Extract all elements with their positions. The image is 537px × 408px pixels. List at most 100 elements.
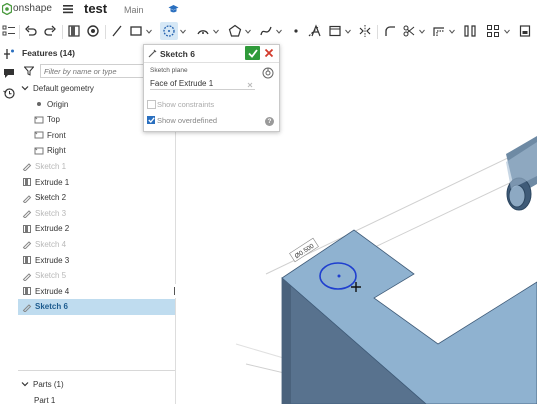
feature-item-extrude[interactable]: Extrude 3 bbox=[18, 252, 175, 268]
filter-icon[interactable] bbox=[23, 66, 35, 76]
feature-label: Sketch 1 bbox=[35, 161, 67, 171]
feature-item-sketch[interactable]: Sketch 3 bbox=[18, 205, 175, 221]
feature-label: Extrude 2 bbox=[35, 224, 70, 234]
plane-icon bbox=[34, 131, 44, 139]
help-icon[interactable]: ? bbox=[265, 117, 274, 126]
rectangle-options-icon[interactable] bbox=[146, 29, 152, 34]
spline-options-icon[interactable] bbox=[276, 29, 282, 34]
cancel-button[interactable] bbox=[264, 48, 274, 58]
feature-label: Sketch 5 bbox=[35, 271, 67, 281]
extrude-icon[interactable] bbox=[84, 22, 102, 40]
feature-item-plane[interactable]: Right bbox=[18, 143, 175, 159]
parts-group[interactable]: Parts (1) bbox=[18, 376, 175, 392]
polygon-options-icon[interactable] bbox=[245, 29, 251, 34]
feature-list-toggle-icon[interactable] bbox=[0, 22, 18, 40]
history-icon[interactable] bbox=[3, 87, 15, 99]
onshape-logo-icon[interactable] bbox=[1, 2, 13, 16]
feature-item-extrude[interactable]: Extrude 1 bbox=[18, 174, 175, 190]
document-title[interactable]: test bbox=[84, 1, 107, 16]
sketch-text-icon[interactable] bbox=[307, 22, 325, 40]
feature-label: Sketch 6 bbox=[35, 302, 68, 312]
feature-label: Sketch 3 bbox=[35, 208, 67, 218]
workspace-name[interactable]: Main bbox=[124, 5, 144, 15]
extrude-icon bbox=[23, 287, 31, 296]
rectangle-icon[interactable] bbox=[127, 22, 145, 40]
feature-item-sketch[interactable]: Sketch 1 bbox=[18, 158, 175, 174]
feature-label: Top bbox=[47, 115, 60, 125]
feature-label: Extrude 3 bbox=[35, 255, 70, 265]
chevron-down-icon[interactable] bbox=[20, 379, 30, 389]
arc-options-icon[interactable] bbox=[213, 29, 219, 34]
feature-label: Sketch 4 bbox=[35, 239, 67, 249]
new-sketch-icon[interactable] bbox=[65, 22, 83, 40]
comments-icon[interactable] bbox=[3, 67, 15, 79]
learning-center-icon[interactable] bbox=[168, 4, 179, 14]
features-header: Features (14) bbox=[22, 48, 75, 58]
part-label: Part 1 bbox=[34, 395, 56, 405]
sketch-circle-center bbox=[337, 274, 341, 278]
feature-item-sketch[interactable]: Sketch 5 bbox=[18, 268, 175, 284]
sketch-icon bbox=[22, 210, 32, 219]
circle-options-icon[interactable] bbox=[180, 29, 186, 34]
spline-icon[interactable] bbox=[257, 22, 275, 40]
feature-item-sketch[interactable]: Sketch 6 bbox=[18, 298, 175, 315]
chevron-down-icon[interactable] bbox=[20, 83, 30, 93]
pattern-icon[interactable] bbox=[461, 22, 479, 40]
line-icon[interactable] bbox=[108, 22, 126, 40]
feature-item-sketch[interactable]: Sketch 2 bbox=[18, 190, 175, 206]
parts-header: Parts (1) bbox=[33, 379, 64, 389]
offset-icon[interactable] bbox=[430, 22, 448, 40]
feature-item-extrude[interactable]: Extrude 2 bbox=[18, 221, 175, 237]
feature-label: Sketch 2 bbox=[35, 193, 67, 203]
sketch-plane-field[interactable]: Face of Extrude 1 bbox=[150, 79, 255, 90]
feature-label: Extrude 4 bbox=[35, 286, 70, 296]
trim-options-icon[interactable] bbox=[419, 29, 425, 34]
menu-icon[interactable] bbox=[63, 4, 73, 14]
feature-item-extrude[interactable]: Extrude 4 bbox=[18, 283, 175, 299]
pattern-options-icon[interactable] bbox=[504, 29, 510, 34]
feature-filter-input[interactable] bbox=[40, 64, 153, 78]
insert-options-icon[interactable] bbox=[345, 29, 351, 34]
left-rail bbox=[0, 44, 19, 404]
app-logo-text: onshape bbox=[13, 3, 53, 14]
sketch-plane-clear-icon[interactable] bbox=[247, 81, 253, 88]
sketch-toolbar bbox=[0, 19, 537, 45]
show-constraints-checkbox[interactable] bbox=[147, 100, 156, 109]
trim-icon[interactable] bbox=[400, 22, 418, 40]
extrude-icon bbox=[23, 224, 31, 233]
panel-divider[interactable] bbox=[18, 370, 175, 371]
feature-label: Front bbox=[47, 130, 66, 140]
polygon-icon[interactable] bbox=[226, 22, 244, 40]
part-item[interactable]: Part 1 bbox=[18, 392, 175, 408]
mate-connector-icon[interactable] bbox=[3, 48, 15, 60]
default-geometry-label: Default geometry bbox=[33, 83, 94, 93]
close-icon bbox=[264, 48, 274, 58]
mirror-icon[interactable] bbox=[356, 22, 374, 40]
checkmark-icon bbox=[247, 48, 258, 58]
arc-icon[interactable] bbox=[194, 22, 212, 40]
feature-label: Extrude 1 bbox=[35, 177, 70, 187]
dialog-header-divider bbox=[144, 62, 279, 63]
linear-pattern-icon[interactable] bbox=[484, 22, 502, 40]
circle-icon[interactable] bbox=[160, 22, 178, 40]
undo-icon[interactable] bbox=[22, 22, 40, 40]
show-constraints-label: Show constraints bbox=[157, 100, 215, 109]
insert-image-icon[interactable] bbox=[326, 22, 344, 40]
show-overdefined-checkbox[interactable] bbox=[147, 116, 155, 124]
accept-button[interactable] bbox=[245, 46, 260, 60]
sketch-plane-label: Sketch plane bbox=[150, 67, 188, 74]
extrude-icon bbox=[23, 178, 31, 186]
use-icon[interactable] bbox=[516, 22, 534, 40]
redo-icon[interactable] bbox=[41, 22, 59, 40]
top-bar: onshape test Main bbox=[0, 0, 537, 19]
sketch-dialog-icon bbox=[148, 49, 157, 58]
feature-item-sketch[interactable]: Sketch 4 bbox=[18, 236, 175, 252]
sketch-dialog-title: Sketch 6 bbox=[160, 49, 195, 59]
extrude-side-face bbox=[282, 278, 291, 404]
sketch-dialog: Sketch 6 Sketch plane Face of Extrude 1 … bbox=[143, 44, 280, 132]
origin-icon bbox=[37, 102, 41, 106]
view-normal-icon[interactable] bbox=[262, 67, 274, 79]
fillet-icon[interactable] bbox=[381, 22, 399, 40]
point-icon[interactable] bbox=[287, 22, 305, 40]
offset-options-icon[interactable] bbox=[449, 29, 455, 34]
